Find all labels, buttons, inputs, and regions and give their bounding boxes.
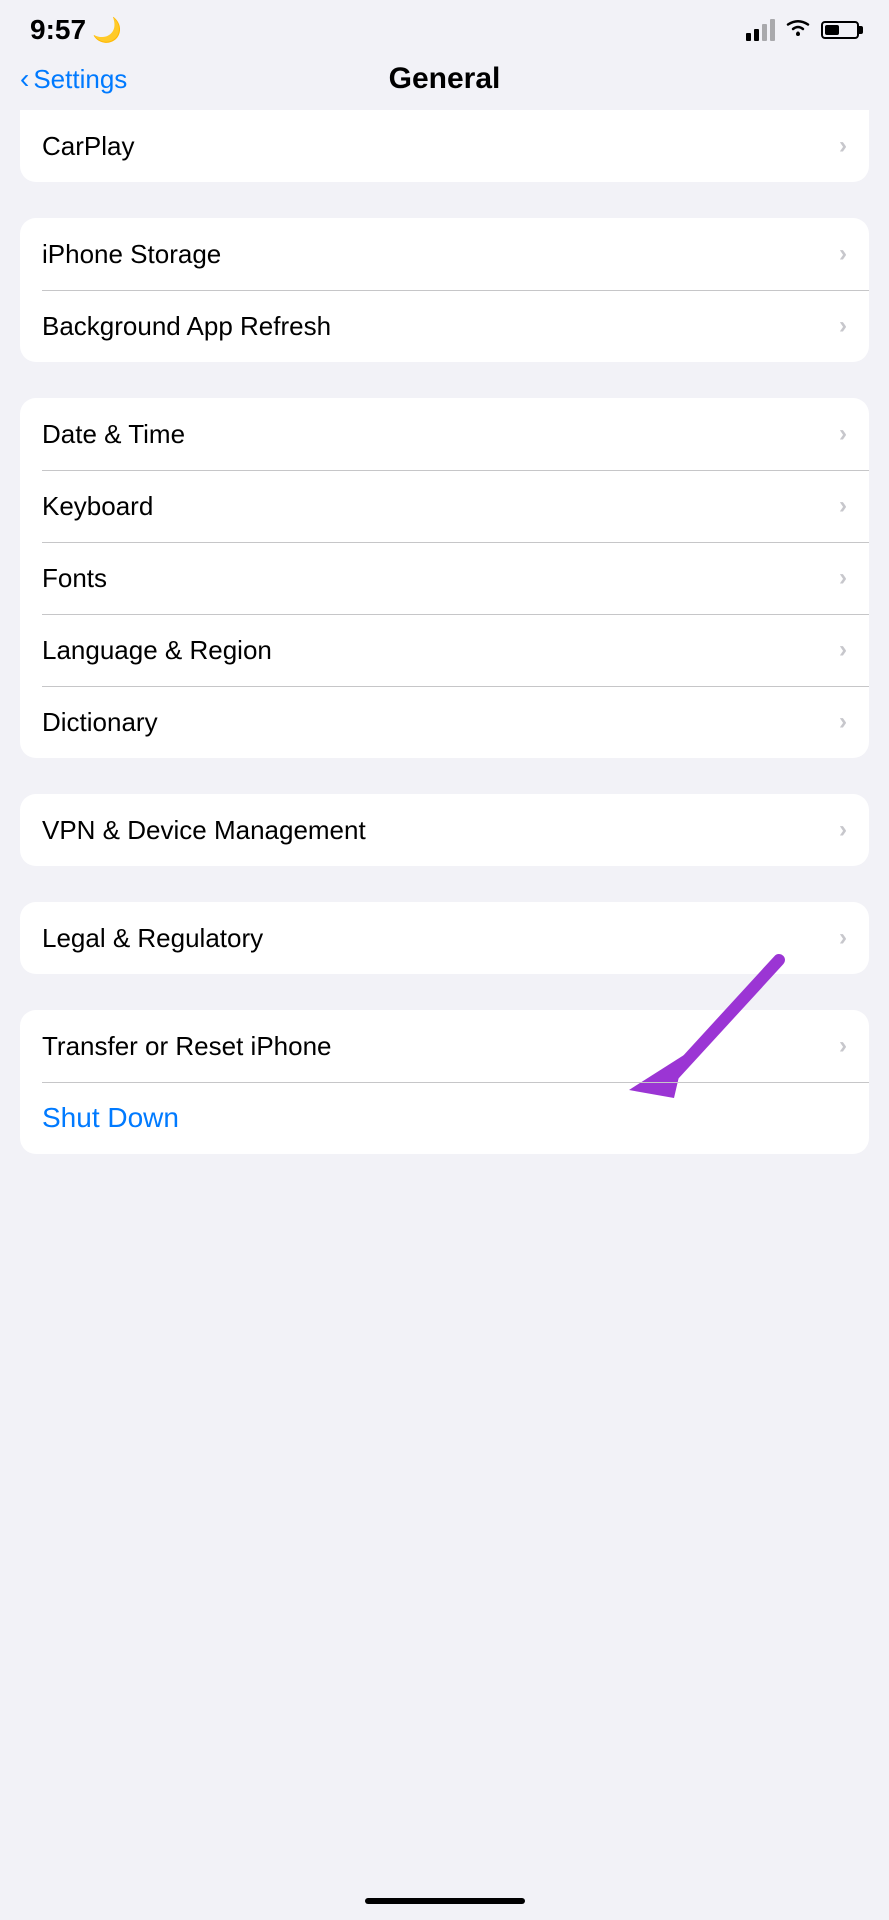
language-region-chevron-icon: ›	[839, 636, 847, 664]
page-title: General	[389, 62, 501, 96]
iphone-storage-label: iPhone Storage	[42, 239, 221, 270]
navigation-header: ‹ Settings General	[0, 54, 889, 110]
moon-icon: 🌙	[92, 16, 122, 45]
dictionary-row[interactable]: Dictionary ›	[20, 686, 869, 758]
keyboard-chevron-icon: ›	[839, 492, 847, 520]
transfer-reset-chevron-icon: ›	[839, 1032, 847, 1060]
date-time-row[interactable]: Date & Time ›	[20, 398, 869, 470]
keyboard-label: Keyboard	[42, 491, 153, 522]
battery-icon	[821, 21, 859, 39]
dictionary-chevron-icon: ›	[839, 708, 847, 736]
background-app-refresh-label: Background App Refresh	[42, 311, 331, 342]
transfer-reset-label: Transfer or Reset iPhone	[42, 1031, 332, 1062]
legal-row[interactable]: Legal & Regulatory ›	[20, 902, 869, 974]
status-icons	[746, 17, 859, 43]
legal-group: Legal & Regulatory ›	[20, 902, 869, 974]
vpn-row[interactable]: VPN & Device Management ›	[20, 794, 869, 866]
carplay-group: CarPlay ›	[20, 110, 869, 182]
wifi-icon	[785, 17, 811, 43]
fonts-row[interactable]: Fonts ›	[20, 542, 869, 614]
iphone-storage-chevron-icon: ›	[839, 240, 847, 268]
vpn-chevron-icon: ›	[839, 816, 847, 844]
iphone-storage-row[interactable]: iPhone Storage ›	[20, 218, 869, 290]
back-button[interactable]: ‹ Settings	[20, 64, 127, 95]
fonts-label: Fonts	[42, 563, 107, 594]
date-time-label: Date & Time	[42, 419, 185, 450]
reset-group: Transfer or Reset iPhone › Shut Down	[20, 1010, 869, 1154]
transfer-reset-row[interactable]: Transfer or Reset iPhone ›	[20, 1010, 869, 1082]
date-time-chevron-icon: ›	[839, 420, 847, 448]
carplay-label: CarPlay	[42, 131, 134, 162]
background-app-refresh-chevron-icon: ›	[839, 312, 847, 340]
fonts-chevron-icon: ›	[839, 564, 847, 592]
shut-down-row[interactable]: Shut Down	[20, 1082, 869, 1154]
carplay-chevron-icon: ›	[839, 132, 847, 160]
legal-chevron-icon: ›	[839, 924, 847, 952]
vpn-group: VPN & Device Management ›	[20, 794, 869, 866]
back-chevron-icon: ‹	[20, 65, 29, 93]
settings-content: CarPlay › iPhone Storage › Background Ap…	[0, 110, 889, 1206]
storage-group: iPhone Storage › Background App Refresh …	[20, 218, 869, 362]
legal-label: Legal & Regulatory	[42, 923, 263, 954]
time-display: 9:57	[30, 14, 86, 46]
keyboard-row[interactable]: Keyboard ›	[20, 470, 869, 542]
background-app-refresh-row[interactable]: Background App Refresh ›	[20, 290, 869, 362]
language-region-row[interactable]: Language & Region ›	[20, 614, 869, 686]
locale-group: Date & Time › Keyboard › Fonts › Languag…	[20, 398, 869, 758]
vpn-label: VPN & Device Management	[42, 815, 366, 846]
signal-icon	[746, 19, 775, 41]
status-bar: 9:57 🌙	[0, 0, 889, 54]
dictionary-label: Dictionary	[42, 707, 158, 738]
language-region-label: Language & Region	[42, 635, 272, 666]
back-label: Settings	[33, 64, 127, 95]
carplay-row[interactable]: CarPlay ›	[20, 110, 869, 182]
shut-down-label: Shut Down	[42, 1102, 179, 1134]
status-time: 9:57 🌙	[30, 14, 122, 46]
home-indicator	[365, 1898, 525, 1904]
